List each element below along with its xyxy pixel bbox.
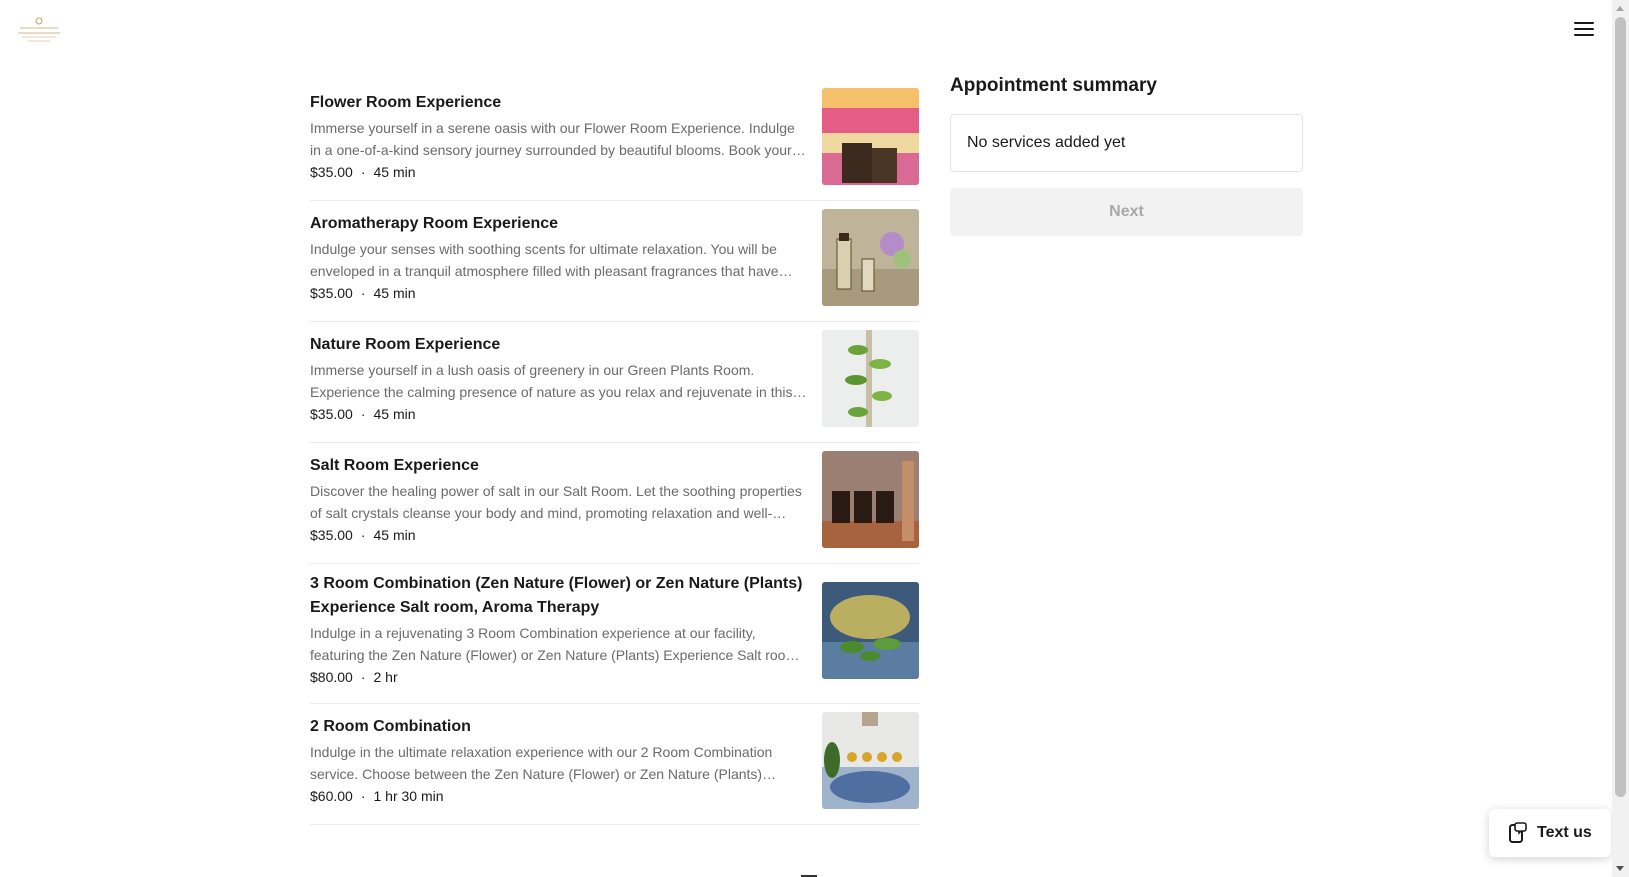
summary-empty-state: No services added yet: [950, 114, 1303, 172]
service-item-nature-room[interactable]: Nature Room Experience Immerse yourself …: [310, 322, 919, 443]
service-duration: 45 min: [373, 405, 416, 422]
service-image: [822, 88, 919, 185]
service-price: $35.00: [310, 284, 353, 301]
service-duration: 1 hr 30 min: [373, 787, 444, 804]
service-description: Immerse yourself in a lush oasis of gree…: [310, 361, 793, 400]
appointment-summary: Appointment summary No services added ye…: [950, 74, 1303, 236]
summary-title: Appointment summary: [950, 75, 1157, 96]
service-image: [822, 451, 919, 548]
text-us-label: Text us: [1537, 824, 1592, 841]
service-name: Nature Room Experience: [310, 335, 501, 353]
service-name: Flower Room Experience: [310, 93, 502, 111]
service-description: Immerse yourself in a serene oasis with …: [310, 119, 795, 158]
service-item-salt-room[interactable]: Salt Room Experience Discover the healin…: [310, 443, 919, 564]
service-text: Nature Room Experience Immerse yourself …: [310, 333, 808, 425]
service-duration: 45 min: [373, 284, 416, 301]
services-list: Flower Room Experience Immerse yourself …: [310, 80, 919, 825]
service-meta: $80.00 · 2 hr: [310, 666, 808, 688]
service-price: $35.00: [310, 405, 353, 422]
scroll-down-arrow-icon[interactable]: [1616, 866, 1624, 871]
service-text: Flower Room Experience Immerse yourself …: [310, 91, 808, 183]
service-description: Indulge in the ultimate relaxation exper…: [310, 743, 773, 782]
service-duration: 45 min: [373, 526, 416, 543]
separator-dot: ·: [360, 526, 366, 543]
text-us-button[interactable]: Text us: [1489, 809, 1611, 857]
service-duration: 45 min: [373, 163, 416, 180]
service-image: [822, 712, 919, 809]
page-scrollbar[interactable]: [1612, 0, 1629, 877]
separator-dot: ·: [360, 405, 366, 422]
scrollbar-thumb[interactable]: [1615, 17, 1626, 797]
service-meta: $35.00 · 45 min: [310, 403, 808, 425]
service-price: $60.00: [310, 787, 353, 804]
service-description: Indulge in a rejuvenating 3 Room Combina…: [310, 625, 801, 663]
service-description: Indulge your senses with soothing scents…: [310, 240, 779, 279]
service-price: $35.00: [310, 526, 353, 543]
service-duration: 2 hr: [373, 669, 398, 685]
service-item-aromatherapy-room[interactable]: Aromatherapy Room Experience Indulge you…: [310, 201, 919, 322]
service-name: Aromatherapy Room Experience: [310, 214, 559, 232]
service-price: $35.00: [310, 163, 353, 180]
service-image: [822, 209, 919, 306]
service-description: Discover the healing power of salt in ou…: [310, 482, 802, 521]
separator-dot: ·: [360, 284, 366, 301]
service-meta: $35.00 · 45 min: [310, 282, 808, 304]
hamburger-menu-icon[interactable]: [1572, 18, 1596, 40]
phone-message-icon: [1509, 822, 1527, 843]
service-image: [822, 330, 919, 427]
service-meta: $60.00 · 1 hr 30 min: [310, 785, 808, 807]
separator-dot: ·: [360, 163, 366, 180]
next-button[interactable]: Next: [950, 188, 1303, 236]
service-name: 2 Room Combination: [310, 717, 471, 735]
service-text: 2 Room Combination Indulge in the ultima…: [310, 715, 808, 807]
service-name: 3 Room Combination (Zen Nature (Flower) …: [310, 575, 803, 616]
scroll-up-arrow-icon[interactable]: [1616, 6, 1624, 11]
service-text: Salt Room Experience Discover the healin…: [310, 454, 808, 546]
service-name: Salt Room Experience: [310, 456, 479, 474]
service-text: Aromatherapy Room Experience Indulge you…: [310, 212, 808, 304]
service-meta: $35.00 · 45 min: [310, 524, 808, 546]
service-item-2-room-combination[interactable]: 2 Room Combination Indulge in the ultima…: [310, 704, 919, 825]
service-price: $80.00: [310, 669, 353, 685]
business-logo-icon: [18, 17, 60, 42]
separator-dot: ·: [360, 669, 366, 685]
service-item-3-room-combination[interactable]: 3 Room Combination (Zen Nature (Flower) …: [310, 564, 919, 704]
service-image: [822, 581, 919, 679]
separator-dot: ·: [360, 787, 366, 804]
service-text: 3 Room Combination (Zen Nature (Flower) …: [310, 572, 808, 688]
business-logo[interactable]: [16, 16, 62, 46]
service-meta: $35.00 · 45 min: [310, 161, 808, 183]
service-item-flower-room[interactable]: Flower Room Experience Immerse yourself …: [310, 80, 919, 201]
